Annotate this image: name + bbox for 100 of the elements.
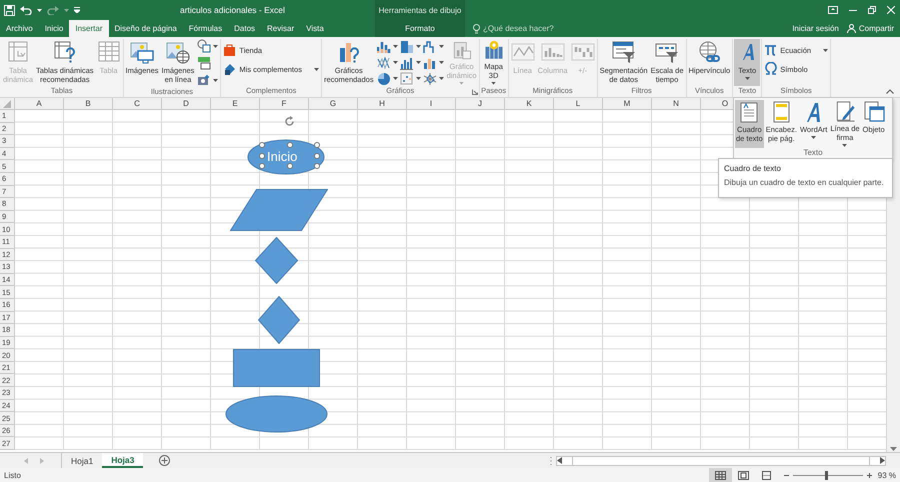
combo-chart-button[interactable] xyxy=(422,56,445,69)
column-header[interactable]: E xyxy=(211,98,260,110)
radar-chart-button[interactable] xyxy=(422,72,445,85)
pie-chart-icon xyxy=(376,72,391,86)
statistic-chart-button[interactable] xyxy=(398,56,422,69)
diamond-shape[interactable] xyxy=(258,296,300,344)
caret-icon xyxy=(416,45,421,48)
add-sheet-button[interactable] xyxy=(159,453,170,468)
zoom-in-icon[interactable] xyxy=(866,472,872,478)
view-button[interactable] xyxy=(708,468,732,482)
column-header[interactable]: D xyxy=(162,98,211,110)
scatter-chart-button[interactable] xyxy=(398,72,422,85)
hierarchy-chart-icon xyxy=(400,40,414,54)
caret-icon xyxy=(392,77,398,80)
caret-icon xyxy=(64,8,69,12)
waterfall-chart-icon xyxy=(422,40,437,54)
zoom-out-icon[interactable] xyxy=(784,472,789,478)
globe-link-icon xyxy=(697,40,722,64)
plus-circle-icon xyxy=(159,455,170,466)
text-box-icon xyxy=(738,101,760,123)
contextual-tab-label: Herramientas de dibujo xyxy=(375,0,465,20)
column-chart-button[interactable] xyxy=(376,40,399,53)
column-header[interactable]: C xyxy=(113,98,162,110)
caret-icon xyxy=(823,48,828,52)
ribbon-tab[interactable]: Datos xyxy=(228,20,262,37)
table-grid-icon xyxy=(96,40,121,64)
pie-chart-button[interactable] xyxy=(376,72,399,85)
ribbon-tab[interactable]: Vista xyxy=(300,20,330,37)
search-field[interactable]: ¿Qué desea hacer? xyxy=(483,24,573,33)
zoom-level: 93 % xyxy=(878,470,896,480)
close-icon[interactable] xyxy=(887,6,895,14)
ellipse-shape[interactable] xyxy=(225,395,328,433)
hierarchy-chart-button[interactable] xyxy=(398,40,422,53)
ellipse-shape[interactable] xyxy=(247,139,325,175)
caret-icon xyxy=(842,144,848,147)
caret-icon xyxy=(416,61,421,64)
collapse-ribbon-icon[interactable] xyxy=(886,89,894,94)
screenshot-button[interactable] xyxy=(196,73,220,87)
sheet-tab[interactable]: Hoja3 xyxy=(102,453,144,468)
waterfall-chart-button[interactable] xyxy=(422,40,445,53)
horizontal-scrollbar[interactable] xyxy=(556,456,886,466)
sheet-tab[interactable]: Hoja1 xyxy=(62,453,102,468)
caret-icon xyxy=(213,44,218,48)
share-button[interactable]: Compartir xyxy=(846,24,894,33)
zoom-slider-thumb[interactable] xyxy=(824,470,828,480)
column-header[interactable]: J xyxy=(456,98,505,110)
scroll-left-icon[interactable] xyxy=(557,457,562,464)
customize-icon[interactable] xyxy=(74,7,80,13)
column-header[interactable]: L xyxy=(554,98,603,110)
scroll-right-icon[interactable] xyxy=(880,457,885,464)
column-header[interactable]: B xyxy=(64,98,113,110)
ribbon-tab[interactable]: Diseño de página xyxy=(108,20,183,37)
line-chart-button[interactable] xyxy=(376,56,399,69)
globe-picture-icon xyxy=(166,40,190,64)
person-icon xyxy=(846,24,856,33)
ribbon-tab[interactable]: Formato xyxy=(375,20,465,37)
page-break-icon xyxy=(760,470,772,480)
undo-icon[interactable] xyxy=(20,5,32,15)
sign-in-link[interactable]: Iniciar sesión xyxy=(792,24,839,33)
caret-icon xyxy=(213,78,218,82)
caret-icon xyxy=(491,82,496,85)
scatter-chart-icon xyxy=(400,72,414,86)
picture-icon xyxy=(130,40,154,64)
ribbon-tab[interactable]: Inicio xyxy=(38,20,70,37)
caret-icon xyxy=(392,45,398,48)
ribbon-tab[interactable]: Fórmulas xyxy=(182,20,228,37)
pi-icon xyxy=(764,43,778,57)
column-header[interactable]: K xyxy=(505,98,554,110)
column-header[interactable]: M xyxy=(603,98,652,110)
caret-icon xyxy=(37,8,42,12)
restore-icon[interactable] xyxy=(868,6,876,14)
caret-icon xyxy=(459,82,464,85)
column-header[interactable]: H xyxy=(358,98,407,110)
parallelogram-shape[interactable] xyxy=(230,189,328,231)
ribbon-tab[interactable]: Revisar xyxy=(261,20,300,37)
caret-icon xyxy=(438,61,444,64)
group-label: Texto xyxy=(802,148,824,158)
caret-icon xyxy=(438,45,444,48)
caret-icon xyxy=(392,61,398,64)
redo-icon[interactable] xyxy=(47,5,59,15)
ribbon-tab[interactable]: Insertar xyxy=(69,20,108,37)
diamond-shape[interactable] xyxy=(255,237,298,284)
pivot-table-icon xyxy=(6,40,30,64)
column-header[interactable]: A xyxy=(15,98,64,110)
window-title: articulos adicionales - Excel xyxy=(180,5,286,15)
column-header[interactable]: F xyxy=(260,98,309,110)
corner-triangle-icon xyxy=(3,100,11,108)
column-header[interactable]: N xyxy=(652,98,701,110)
dialog-launcher-icon[interactable] xyxy=(472,89,478,95)
ribbon-display-icon[interactable] xyxy=(828,6,838,14)
column-header[interactable]: G xyxy=(309,98,358,110)
rotate-handle-icon[interactable] xyxy=(284,116,295,127)
shapes-button[interactable] xyxy=(196,39,220,53)
save-icon[interactable] xyxy=(4,4,15,16)
omega-icon xyxy=(764,62,778,76)
status-text: Listo xyxy=(4,470,21,480)
ribbon-tab[interactable]: Archivo xyxy=(0,20,39,37)
column-header[interactable]: I xyxy=(407,98,456,110)
addins-icon xyxy=(223,62,238,76)
caret-icon xyxy=(744,77,750,80)
